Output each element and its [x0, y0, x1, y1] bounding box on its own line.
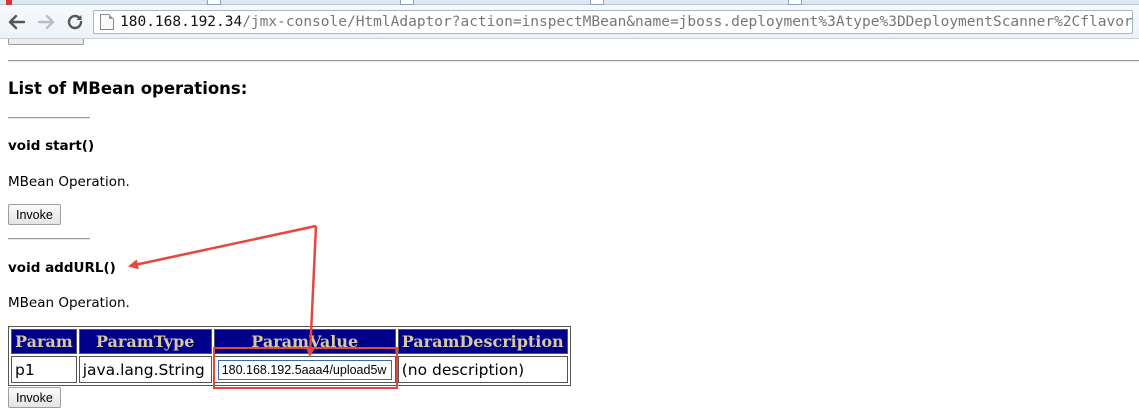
operation-name-addurl: void addURL() [8, 260, 116, 276]
table-row: p1 java.lang.String (no description) [11, 356, 568, 383]
annotation-arrow [128, 224, 317, 270]
param-value-input[interactable] [217, 359, 392, 380]
url-host: 180.168.192.34 [120, 14, 243, 30]
browser-toolbar: 180.168.192.34/jmx-console/HtmlAdaptor?a… [0, 5, 1139, 39]
cell-paramdescription: (no description) [397, 356, 568, 383]
page-icon [100, 14, 114, 30]
params-table: Param ParamType ParamValue ParamDescript… [8, 326, 571, 386]
cell-paramvalue [213, 356, 396, 383]
reload-icon [67, 14, 83, 30]
operation-name-start: void start() [8, 138, 95, 154]
col-header-paramvalue: ParamValue [213, 329, 396, 354]
cell-param: p1 [11, 356, 77, 383]
invoke-addurl-button[interactable]: Invoke [8, 387, 61, 408]
back-button[interactable] [4, 9, 30, 35]
divider [8, 60, 1139, 62]
col-header-paramtype: ParamType [78, 329, 212, 354]
reload-button[interactable] [62, 9, 88, 35]
arrow-right-icon [37, 14, 55, 30]
invoke-start-button[interactable]: Invoke [8, 204, 61, 225]
divider [8, 117, 90, 119]
forward-button[interactable] [33, 9, 59, 35]
address-bar[interactable]: 180.168.192.34/jmx-console/HtmlAdaptor?a… [93, 10, 1133, 34]
table-header-row: Param ParamType ParamValue ParamDescript… [11, 329, 568, 354]
operation-description: MBean Operation. [8, 174, 130, 190]
operation-description: MBean Operation. [8, 295, 130, 311]
arrow-left-icon [8, 14, 26, 30]
cell-paramtype: java.lang.String [78, 356, 212, 383]
previous-button-stub[interactable] [8, 39, 84, 45]
url-path: /jmx-console/HtmlAdaptor?action=inspectM… [242, 14, 1132, 30]
url-text: 180.168.192.34/jmx-console/HtmlAdaptor?a… [120, 14, 1132, 30]
col-header-param: Param [11, 329, 77, 354]
section-title: List of MBean operations: [8, 79, 248, 98]
divider [8, 238, 90, 240]
col-header-paramdescription: ParamDescription [397, 329, 568, 354]
